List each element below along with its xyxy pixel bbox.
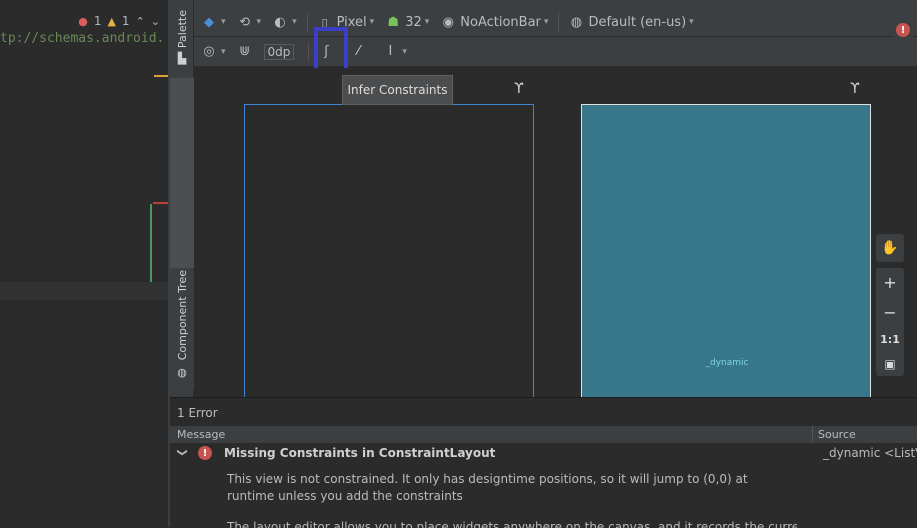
default-margin-field[interactable]: 0dp (263, 43, 299, 60)
scroll-marker-error (153, 202, 168, 204)
chevron-down-icon: ▾ (689, 17, 694, 27)
palette-icon: ▙ (177, 52, 187, 66)
theme-label: NoActionBar (460, 14, 541, 30)
chevron-down-icon: ▾ (221, 17, 226, 27)
design-canvas[interactable]: ϒ ϒ _dynamic (194, 68, 917, 397)
blueprint-view-label[interactable]: _dynamic (582, 358, 872, 368)
align-icon: I (388, 44, 393, 59)
chevron-down-icon: ▾ (424, 17, 430, 27)
globe-icon: ◍ (177, 366, 187, 380)
locale-selector[interactable]: ◍ Default (en-us) ▾ (567, 13, 694, 31)
theme-icon: ◉ (442, 14, 454, 30)
zoom-actual-size-button[interactable]: 1:1 (880, 333, 900, 346)
column-header-message[interactable]: Message (177, 428, 225, 441)
theme-selector[interactable]: ◉ NoActionBar ▾ (439, 13, 549, 31)
default-margin-value: 0dp (263, 43, 295, 60)
tab-palette[interactable]: Palette ▙ (170, 10, 194, 76)
scroll-marker-warning (154, 75, 168, 77)
guidelines-button[interactable]: I ▾ (381, 43, 407, 61)
editor-inspection-bar: ● 1 ▲ 1 ⌃ ⌄ (0, 10, 168, 32)
tab-component-tree-label: Component Tree (175, 270, 189, 361)
magic-wand-icon: ⁄ (357, 44, 360, 59)
design-surface-button[interactable]: ◆ ▾ (200, 13, 226, 31)
issues-count: 1 Error (177, 406, 218, 420)
issue-source[interactable]: _dynamic <ListVie (823, 446, 917, 460)
eye-icon: ◎ (203, 44, 215, 59)
pan-button[interactable]: ✋ (876, 234, 904, 262)
warning-count: 1 (121, 14, 130, 28)
column-divider[interactable] (812, 426, 813, 443)
chevron-down-icon: ▾ (369, 17, 375, 27)
zoom-in-icon[interactable]: + (883, 273, 896, 292)
api-level-selector[interactable]: ☗ 32 ▾ (384, 13, 429, 31)
chevron-down-icon: ▾ (543, 17, 549, 27)
hand-icon: ✋ (881, 240, 899, 256)
tab-component-tree[interactable]: Component Tree ◍ (170, 270, 194, 390)
issue-row[interactable]: ❯ ! Missing Constraints in ConstraintLay… (170, 445, 917, 465)
error-count: 1 (93, 14, 102, 28)
api-level-label: 32 (405, 14, 422, 30)
zoom-to-fit-icon[interactable]: ▣ (884, 357, 895, 371)
previous-highlight-icon[interactable]: ⌃ (136, 15, 145, 28)
chevron-down-icon: ▾ (292, 17, 297, 27)
android-icon: ☗ (387, 14, 400, 30)
chevron-down-icon[interactable]: ❯ (177, 448, 188, 456)
column-header-source[interactable]: Source (818, 428, 856, 441)
zoom-controls: + − 1:1 ▣ (876, 268, 904, 376)
rotate-icon: ⟲ (239, 14, 250, 30)
error-icon: ! (198, 446, 212, 460)
globe-icon: ◍ (570, 14, 583, 30)
issues-panel: 1 Error Message Source ❯ ! Missing Const… (170, 397, 917, 528)
chevron-down-icon: ▾ (221, 46, 226, 57)
night-mode-button[interactable]: ◐ ▾ (271, 13, 297, 31)
toolbar-separator (308, 42, 310, 61)
autoconnect-toggle[interactable]: ⋓ (236, 43, 254, 61)
constraint-toolbar: ◎ ▾ ⋓ 0dp ʃ ⁄ I ▾ ? (194, 37, 917, 93)
chevron-down-icon: ▾ (256, 17, 262, 27)
error-icon: ! (896, 23, 910, 37)
toolbar-separator (558, 13, 560, 31)
wrench-icon[interactable]: ϒ (850, 81, 860, 97)
zoom-out-icon[interactable]: − (883, 303, 896, 322)
error-icon[interactable]: ● (78, 15, 88, 28)
next-highlight-icon[interactable]: ⌄ (151, 15, 160, 28)
infer-constraints-highlight (314, 27, 348, 74)
palette-panel-collapsed (170, 78, 194, 268)
toolbar-top-strip (194, 0, 917, 8)
code-editor[interactable]: ● 1 ▲ 1 ⌃ ⌄ tp://schemas.android. (0, 0, 168, 527)
issue-title: Missing Constraints in ConstraintLayout (224, 446, 496, 460)
code-line[interactable]: tp://schemas.android. (0, 31, 164, 46)
change-marker (150, 204, 152, 284)
view-options-button[interactable]: ◎ ▾ (200, 43, 226, 61)
infer-constraints-button[interactable]: ⁄ (345, 39, 371, 65)
blueprint-view-frame[interactable]: _dynamic (581, 104, 871, 397)
current-line-highlight (0, 282, 168, 300)
wrench-icon[interactable]: ϒ (514, 81, 524, 97)
orientation-button[interactable]: ⟲ ▾ (236, 13, 262, 31)
side-tool-strip: Palette ▙ Component Tree ◍ (170, 0, 194, 397)
layers-icon: ◆ (204, 14, 214, 30)
chevron-down-icon: ▾ (402, 46, 407, 57)
locale-label: Default (en-us) (588, 14, 687, 30)
issues-table-header: Message Source (170, 426, 917, 443)
design-toolbar: ◆ ▾ ⟲ ▾ ◐ ▾ ▯ Pixel ▾ ☗ 32 ▾ ◉ NoActionB… (194, 8, 917, 40)
night-mode-icon: ◐ (274, 14, 286, 30)
issue-description: This view is not constrained. It only ha… (227, 472, 748, 503)
toolbar-separator (306, 13, 308, 31)
tab-palette-label: Palette (175, 10, 189, 49)
warning-icon[interactable]: ▲ (107, 15, 115, 28)
design-view-frame[interactable] (244, 104, 534, 397)
magnet-off-icon: ⋓ (239, 44, 250, 59)
tooltip: Infer Constraints (342, 75, 453, 105)
